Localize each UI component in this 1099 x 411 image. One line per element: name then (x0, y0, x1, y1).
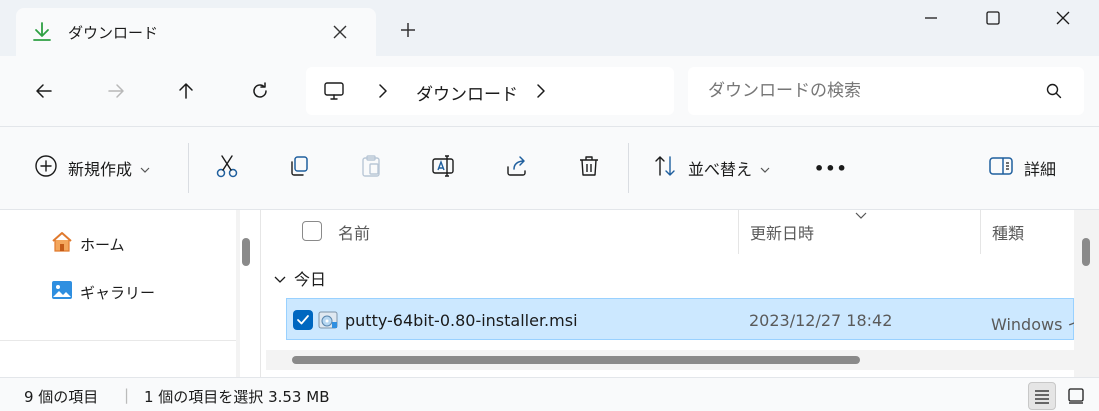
forward-arrow-icon[interactable] (96, 72, 136, 110)
horizontal-scrollbar[interactable] (292, 356, 860, 364)
download-icon (30, 20, 54, 44)
column-header-label: 名前 (338, 224, 371, 243)
check-icon (297, 315, 309, 325)
column-header-type[interactable]: 種類 (992, 210, 1024, 254)
more-icon: ••• (814, 158, 848, 178)
column-divider[interactable] (738, 210, 739, 254)
file-list: 名前 更新日時 種類 今日 putty-64bit-0.80-installer… (262, 210, 1099, 378)
divider (188, 143, 189, 193)
rename-icon (430, 153, 456, 183)
chevron-right-icon[interactable] (374, 81, 392, 101)
status-divider: | (124, 386, 130, 404)
table-row[interactable]: putty-64bit-0.80-installer.msi 2023/12/2… (286, 298, 1075, 340)
sort-label: 並べ替え (688, 160, 753, 179)
nav-item-label: ホーム (80, 235, 125, 254)
tiles-view-icon (1068, 388, 1084, 404)
copy-icon (286, 153, 312, 183)
status-bar: 9 個の項目 | 1 個の項目を選択 3.53 MB (0, 377, 1099, 411)
chevron-down-icon (760, 159, 770, 178)
chevron-right-icon[interactable] (532, 81, 550, 101)
plus-circle-icon (34, 154, 58, 182)
delete-button[interactable] (576, 149, 602, 187)
search-box[interactable] (688, 67, 1084, 115)
share-icon (504, 153, 530, 183)
nav-pane-scrollbar[interactable] (242, 238, 250, 266)
tab-title: ダウンロード (68, 24, 159, 42)
copy-button[interactable] (286, 149, 312, 187)
new-label: 新規作成 (68, 160, 133, 179)
refresh-icon[interactable] (240, 72, 280, 110)
details-pane-button[interactable]: 詳細 (988, 149, 1056, 187)
chevron-down-icon (140, 159, 150, 178)
column-header-name[interactable]: 名前 (338, 210, 370, 254)
cut-button[interactable] (214, 149, 240, 187)
search-icon[interactable] (1044, 81, 1064, 101)
this-pc-icon[interactable] (322, 79, 346, 103)
close-icon[interactable] (1032, 0, 1094, 36)
vertical-scrollbar[interactable] (1082, 238, 1090, 266)
file-explorer-window: ダウンロード ダウンロード ダウンロードの検索 新規作成 並べ替え ••• 詳細… (0, 0, 1099, 411)
group-label: 今日 (294, 270, 327, 289)
item-count: 9 個の項目 (24, 388, 99, 406)
vertical-scrollbar-track[interactable] (1074, 210, 1099, 378)
sort-button[interactable]: 並べ替え (652, 149, 770, 187)
column-divider[interactable] (980, 210, 981, 254)
navigation-pane: ホーム ギャラリー (0, 210, 236, 378)
title-bar: ダウンロード (0, 0, 1099, 56)
back-arrow-icon[interactable] (24, 72, 64, 110)
nav-item-label: ギャラリー (80, 283, 156, 302)
file-type: Windows インストーラー パッケージ (991, 315, 1075, 334)
divider (628, 143, 629, 193)
breadcrumb-downloads[interactable]: ダウンロード (416, 80, 518, 105)
navigation-bar: ダウンロード (0, 56, 1099, 126)
paste-icon (358, 153, 384, 183)
row-checkbox[interactable] (293, 310, 313, 330)
rename-button[interactable] (430, 149, 456, 187)
chevron-down-icon (274, 269, 286, 288)
details-label: 詳細 (1024, 160, 1057, 179)
scissors-icon (214, 153, 240, 183)
details-view-button[interactable] (1028, 382, 1056, 410)
file-name: putty-64bit-0.80-installer.msi (345, 311, 578, 330)
column-header-label: 種類 (992, 224, 1025, 243)
minimize-icon[interactable] (900, 0, 962, 36)
address-bar[interactable]: ダウンロード (306, 67, 674, 115)
share-button[interactable] (504, 149, 530, 187)
column-header-label: 更新日時 (750, 224, 815, 243)
divider (260, 210, 261, 378)
new-tab-icon[interactable] (394, 16, 422, 44)
sort-icon (652, 153, 678, 183)
details-pane-icon (988, 156, 1014, 180)
maximize-icon[interactable] (962, 0, 1024, 36)
content-area: ホーム ギャラリー 名前 更新日時 種類 今日 putty-64bit-0.80… (0, 209, 1099, 378)
trash-icon (576, 153, 602, 183)
up-arrow-icon[interactable] (166, 72, 206, 110)
column-header-date[interactable]: 更新日時 (750, 210, 814, 254)
tab-downloads[interactable]: ダウンロード (16, 8, 376, 56)
file-date: 2023/12/27 18:42 (749, 311, 893, 330)
nav-item-home[interactable]: ホーム (50, 229, 125, 259)
command-bar: 新規作成 並べ替え ••• 詳細 (0, 127, 1099, 209)
sort-indicator-icon (855, 212, 867, 219)
more-options-button[interactable]: ••• (814, 149, 848, 187)
tiles-view-button[interactable] (1062, 382, 1090, 410)
group-header-today[interactable]: 今日 (274, 266, 326, 290)
paste-button[interactable] (358, 149, 384, 187)
new-button[interactable]: 新規作成 (34, 149, 150, 187)
pane-splitter[interactable] (236, 210, 240, 378)
gallery-icon (50, 278, 74, 306)
selection-info: 1 個の項目を選択 3.53 MB (144, 388, 330, 406)
divider (0, 340, 236, 341)
select-all-checkbox[interactable] (302, 221, 322, 241)
search-input[interactable] (708, 79, 1028, 103)
details-view-icon (1035, 390, 1049, 404)
nav-item-gallery[interactable]: ギャラリー (50, 277, 155, 307)
home-icon (50, 230, 74, 258)
tab-close-icon[interactable] (326, 18, 354, 46)
msi-installer-icon (317, 309, 339, 331)
